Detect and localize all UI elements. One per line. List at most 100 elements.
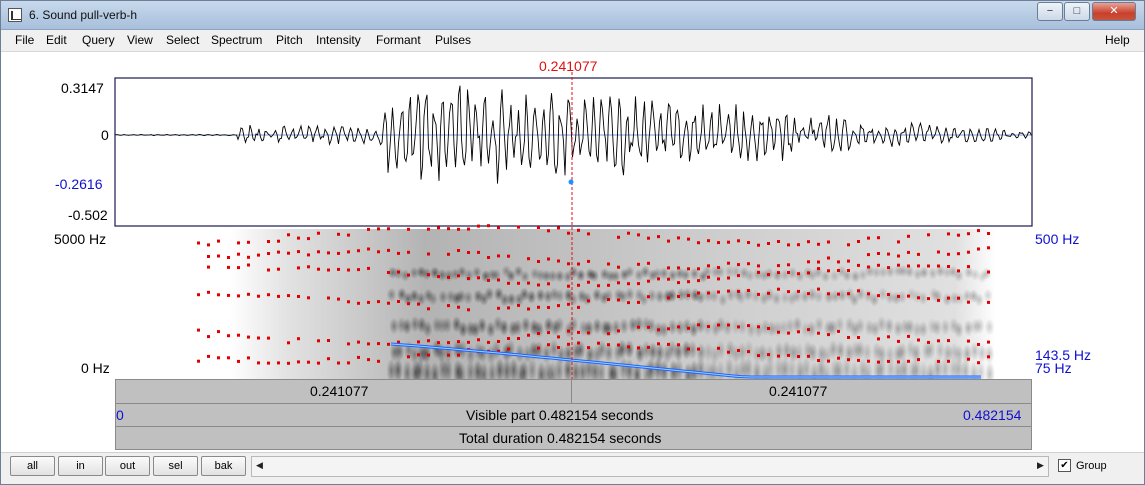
zoom-all-button[interactable]: all <box>10 456 55 476</box>
formant-dot <box>207 255 210 258</box>
spectrogram-energy <box>953 321 964 339</box>
formant-dot <box>377 342 380 346</box>
formant-dot <box>667 277 670 281</box>
formant-dot <box>427 307 430 311</box>
menu-query[interactable]: Query <box>82 33 115 47</box>
segment-right[interactable]: 0.241077 <box>573 380 1031 403</box>
spectrogram-energy <box>428 291 439 306</box>
formant-dot <box>957 296 960 300</box>
menu-pulses[interactable]: Pulses <box>435 33 471 47</box>
formant-dot <box>807 271 810 275</box>
formant-dot <box>367 227 370 231</box>
zoom-selection-button[interactable]: sel <box>153 456 198 476</box>
formant-dot <box>737 289 740 293</box>
formant-dot <box>657 328 660 332</box>
formant-dot <box>197 359 200 363</box>
title-bar[interactable]: 6. Sound pull-verb-h − □ ✕ <box>1 1 1144 30</box>
menu-edit[interactable]: Edit <box>46 33 67 47</box>
zoom-back-button[interactable]: bak <box>201 456 246 476</box>
menu-help[interactable]: Help <box>1105 33 1130 47</box>
menu-intensity[interactable]: Intensity <box>316 33 361 47</box>
formant-dot <box>797 330 800 334</box>
formant-dot <box>637 346 640 350</box>
formant-dot <box>247 255 250 259</box>
formant-dot <box>297 266 300 270</box>
formant-dot <box>777 240 780 243</box>
formant-dot <box>707 264 710 268</box>
scroll-right-icon[interactable]: ▶ <box>1033 457 1048 476</box>
formant-dot <box>677 266 680 270</box>
formant-dot <box>447 353 450 357</box>
group-checkbox[interactable]: ✔ <box>1058 459 1071 472</box>
waveform-y-min: -0.502 <box>68 207 108 223</box>
formant-dot <box>517 225 520 229</box>
formant-dot <box>287 361 290 365</box>
formant-dot <box>717 277 720 281</box>
scroll-left-icon[interactable]: ◀ <box>252 457 267 476</box>
formant-dot <box>687 280 690 284</box>
formant-dot <box>927 264 930 268</box>
formant-dot <box>897 339 900 343</box>
formant-dot <box>197 328 200 332</box>
segment-left[interactable]: 0.241077 <box>116 380 572 403</box>
zoom-out-button[interactable]: out <box>105 456 150 476</box>
spectrogram-energy <box>422 320 433 338</box>
formant-dot <box>837 260 840 264</box>
formant-dot <box>667 239 670 243</box>
formant-dot <box>247 240 250 244</box>
time-scrollbar[interactable]: ◀ ▶ <box>251 456 1049 477</box>
menu-file[interactable]: File <box>15 33 34 47</box>
minimize-button[interactable]: − <box>1037 2 1063 21</box>
total-duration-bar[interactable]: Total duration 0.482154 seconds <box>115 426 1032 450</box>
maximize-button[interactable]: □ <box>1064 2 1090 21</box>
formant-dot <box>307 265 310 269</box>
formant-dot <box>887 252 890 256</box>
formant-dot <box>647 295 650 299</box>
formant-dot <box>987 355 990 359</box>
formant-dot <box>277 250 280 254</box>
formant-dot <box>567 231 570 235</box>
formant-dot <box>497 278 500 282</box>
menu-formant[interactable]: Formant <box>376 33 421 47</box>
formant-dot <box>807 240 810 244</box>
formant-dot <box>297 236 300 240</box>
formant-dot <box>747 324 750 328</box>
formant-dot <box>627 301 630 305</box>
formant-dot <box>877 263 880 267</box>
formant-dot <box>307 296 310 300</box>
spectrogram-energy <box>484 287 495 302</box>
formant-dot <box>427 227 430 231</box>
visible-part-bar[interactable]: Visible part 0.482154 seconds <box>115 403 1032 427</box>
formant-dot <box>697 323 700 327</box>
formant-dot <box>977 247 980 251</box>
formant-dot <box>457 274 460 278</box>
menu-pitch[interactable]: Pitch <box>276 33 303 47</box>
spectrogram-energy <box>512 319 523 336</box>
spectrogram-energy <box>477 317 488 334</box>
menu-spectrum[interactable]: Spectrum <box>211 33 262 47</box>
spectrogram-energy <box>519 270 530 283</box>
formant-dot <box>297 295 300 298</box>
formant-dot <box>877 236 880 240</box>
formant-dot <box>587 331 590 335</box>
formant-dot <box>277 267 280 271</box>
spectrogram-energy <box>855 317 866 335</box>
close-button[interactable]: ✕ <box>1092 2 1136 21</box>
formant-dot <box>967 250 970 254</box>
formant-dot <box>447 304 450 308</box>
formant-dot <box>367 266 370 270</box>
formant-dot <box>547 282 550 286</box>
formant-dot <box>757 270 760 274</box>
formant-dot <box>617 265 620 269</box>
formant-dot <box>717 346 720 350</box>
formant-dot <box>357 340 360 344</box>
formant-dot <box>967 232 970 236</box>
zoom-in-button[interactable]: in <box>58 456 103 476</box>
formant-dot <box>857 263 860 267</box>
formant-dot <box>657 342 660 346</box>
formant-dot <box>727 289 730 293</box>
menu-select[interactable]: Select <box>166 33 199 47</box>
menu-view[interactable]: View <box>127 33 153 47</box>
spectrogram-energy <box>771 291 782 306</box>
formant-dot <box>607 262 610 266</box>
